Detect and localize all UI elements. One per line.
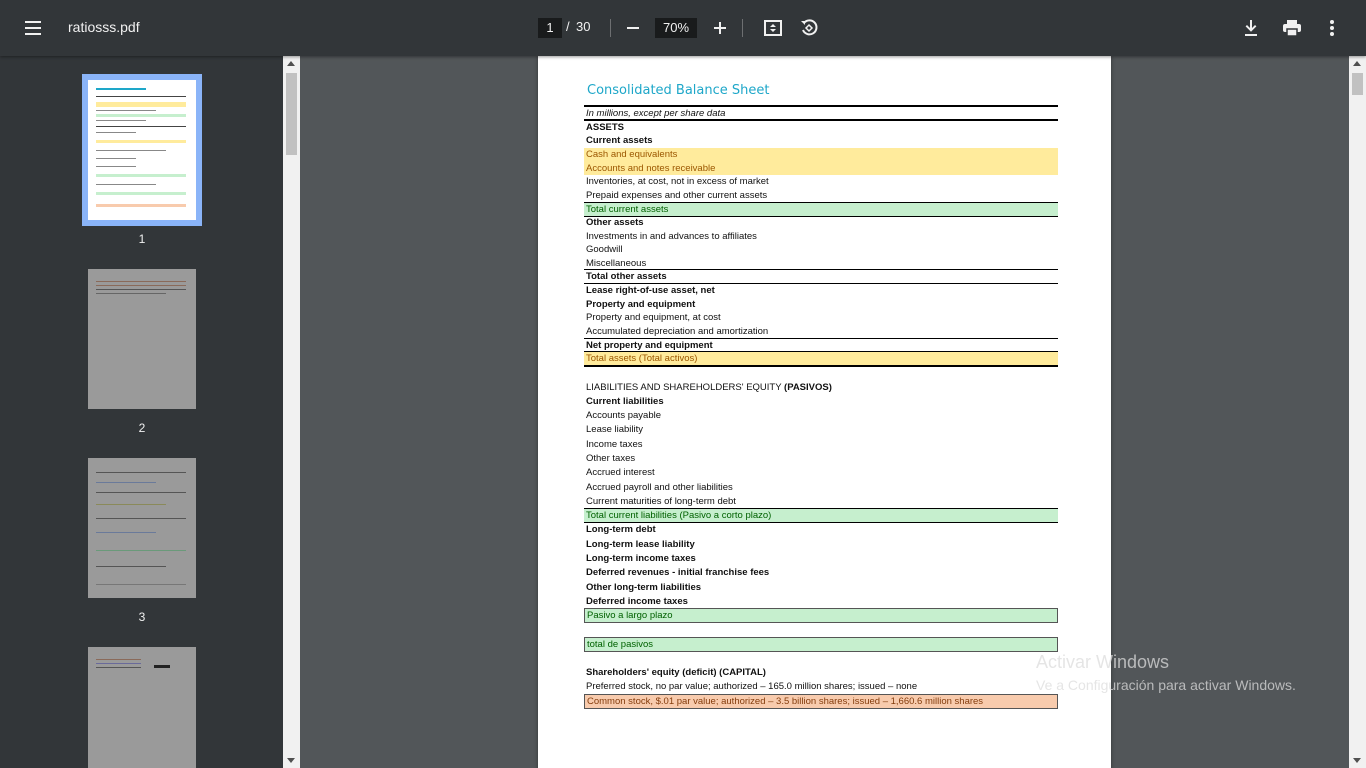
line-item: Long-term lease liability [586,539,695,550]
line-item: Deferred income taxes [586,596,688,607]
total-row: Net property and equipment [584,338,1058,352]
line-item: Common stock, $.01 par value; authorized… [584,694,1058,709]
line-item: Preferred stock, no par value; authorize… [586,681,918,692]
line-item: Accumulated depreciation and amortizatio… [586,326,769,337]
line-item: Cash and equivalents [584,148,1058,162]
liabilities-heading: LIABILITIES AND SHAREHOLDERS' EQUITY [586,382,782,393]
more-options-icon[interactable] [1318,14,1346,42]
line-item: Lease liability [586,424,644,435]
line-item: Accounts and notes receivable [584,162,1058,175]
sheet-title: Consolidated Balance Sheet [587,83,770,98]
sidebar-scrollbar[interactable] [283,56,300,768]
line-item: Income taxes [586,439,643,450]
zoom-out-icon[interactable] [619,14,647,42]
page-thumbnail[interactable] [88,647,196,768]
menu-icon[interactable] [18,14,48,42]
page-total: 30 [576,19,591,34]
thumbnail-label: 3 [138,610,146,624]
total-row: Total current assets [584,202,1058,217]
subsection-heading: Other assets [586,217,644,228]
print-icon[interactable] [1278,14,1306,42]
line-item: Lease right-of-use asset, net [586,285,715,296]
page-thumbnail[interactable] [88,458,196,598]
line-item: Accounts payable [586,410,661,421]
total-row: Total other assets [584,269,1058,284]
pdf-toolbar: ratiosss.pdf 1 / 30 70% [0,0,1366,56]
units-note: In millions, except per share data [584,105,1058,121]
divider [610,19,611,37]
line-item: Accrued interest [586,467,655,478]
page-thumbnail[interactable] [88,269,196,409]
line-item: Inventories, at cost, not in excess of m… [586,176,769,187]
scroll-down-icon[interactable] [287,758,295,763]
scrollbar-thumb[interactable] [286,73,297,155]
fit-page-icon[interactable] [759,14,787,42]
pdf-page: Consolidated Balance Sheet In millions, … [538,56,1111,768]
rotate-icon[interactable] [795,14,823,42]
scroll-up-icon[interactable] [1353,61,1361,66]
divider [742,19,743,37]
line-item: Long-term debt [586,524,656,535]
section-heading: LIABILITIES AND SHAREHOLDERS' EQUITY (PA… [584,381,1058,394]
line-item: Deferred revenues - initial franchise fe… [586,567,770,578]
windows-activation-watermark: Activar Windows Ve a Configuración para … [1036,652,1296,693]
page-separator: / [566,19,570,34]
document-title: ratiosss.pdf [68,19,140,35]
main-scrollbar[interactable] [1349,56,1366,768]
watermark-title: Activar Windows [1036,652,1170,672]
watermark-subtitle: Ve a Configuración para activar Windows. [1036,677,1296,693]
thumbnail-label: 1 [138,232,146,246]
page-number-input[interactable]: 1 [538,18,562,38]
zoom-in-icon[interactable] [706,14,734,42]
line-item: Other taxes [586,453,636,464]
line-item: Long-term income taxes [586,553,696,564]
subsection-heading: Current assets [586,135,653,146]
line-item: Goodwill [586,244,623,255]
liabilities-heading-suffix: (PASIVOS) [784,382,832,393]
scroll-down-icon[interactable] [1353,758,1361,763]
scrollbar-thumb[interactable] [1352,73,1363,95]
page-thumbnail[interactable] [82,74,202,226]
subsection-heading: Shareholders' equity (deficit) (CAPITAL) [586,667,766,678]
subsection-heading: Current liabilities [586,396,664,407]
scroll-up-icon[interactable] [287,61,295,66]
line-item: Other long-term liabilities [586,582,702,593]
download-icon[interactable] [1237,14,1265,42]
line-item: Current maturities of long-term debt [586,496,736,507]
total-row: Pasivo a largo plazo [584,608,1058,623]
section-heading: ASSETS [586,122,625,133]
subsection-heading: Property and equipment [586,299,696,310]
grand-total-row: Total assets (Total activos) [584,351,1058,367]
line-item: Prepaid expenses and other current asset… [586,190,768,201]
total-row: total de pasivos [584,637,1058,652]
line-item: Property and equipment, at cost [586,312,721,323]
line-item: Accrued payroll and other liabilities [586,482,733,493]
total-row: Total current liabilities (Pasivo a cort… [584,508,1058,523]
zoom-level-input[interactable]: 70% [655,18,697,38]
line-item: Investments in and advances to affiliate… [586,231,757,242]
thumbnail-label: 2 [138,421,146,435]
